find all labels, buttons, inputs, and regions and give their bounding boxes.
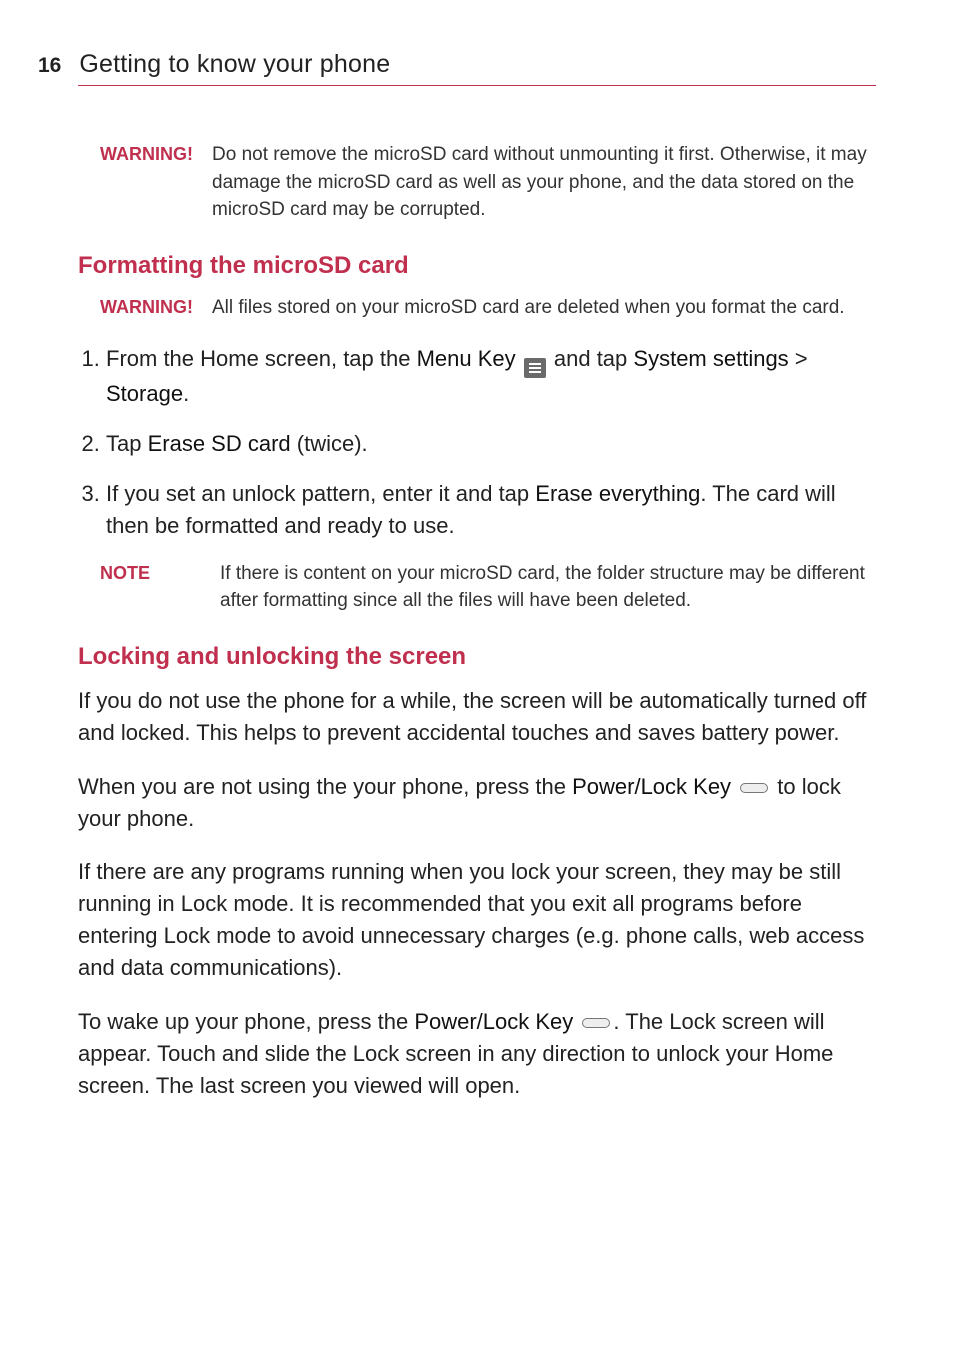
warning-text: All files stored on your microSD card ar…: [212, 294, 876, 322]
body-paragraph: If you do not use the phone for a while,…: [78, 685, 876, 749]
step-text: If you set an unlock pattern, enter it a…: [106, 481, 535, 506]
body-paragraph: If there are any programs running when y…: [78, 856, 876, 984]
manual-page: 16 Getting to know your phone WARNING! D…: [0, 0, 954, 1372]
para-text: When you are not using the your phone, p…: [78, 774, 572, 799]
step-text: (twice).: [291, 431, 368, 456]
ui-label-erase-sd: Erase SD card: [148, 431, 291, 456]
page-number: 16: [38, 54, 61, 78]
step-2: Tap Erase SD card (twice).: [106, 428, 876, 460]
steps-list: From the Home screen, tap the Menu Key a…: [78, 343, 876, 542]
step-3: If you set an unlock pattern, enter it a…: [106, 478, 876, 542]
chapter-title: Getting to know your phone: [79, 50, 390, 79]
para-text: To wake up your phone, press the: [78, 1009, 414, 1034]
ui-label-storage: Storage: [106, 381, 183, 406]
step-text: and tap: [548, 346, 634, 371]
section-heading-locking: Locking and unlocking the screen: [78, 643, 876, 671]
step-text: >: [789, 346, 808, 371]
menu-key-icon: [524, 358, 546, 378]
ui-label-erase-everything: Erase everything: [535, 481, 700, 506]
body-paragraph: When you are not using the your phone, p…: [78, 771, 876, 835]
warning-label: WARNING!: [100, 141, 212, 224]
warning-text: Do not remove the microSD card without u…: [212, 141, 876, 224]
power-lock-key-icon: [582, 1018, 610, 1028]
ui-label-power-lock-key: Power/Lock Key: [572, 774, 731, 799]
note-text: If there is content on your microSD card…: [220, 560, 876, 615]
body-paragraph: To wake up your phone, press the Power/L…: [78, 1006, 876, 1102]
warning-block-format: WARNING! All files stored on your microS…: [100, 294, 876, 322]
note-label: NOTE: [100, 560, 220, 615]
step-text: .: [183, 381, 189, 406]
step-text: Tap: [106, 431, 148, 456]
power-lock-key-icon: [740, 783, 768, 793]
warning-block-unmount: WARNING! Do not remove the microSD card …: [100, 141, 876, 224]
warning-label: WARNING!: [100, 294, 212, 322]
section-heading-formatting: Formatting the microSD card: [78, 252, 876, 280]
note-block-folder-structure: NOTE If there is content on your microSD…: [100, 560, 876, 615]
step-text: From the Home screen, tap the: [106, 346, 417, 371]
running-header: 16 Getting to know your phone: [78, 50, 876, 86]
ui-label-power-lock-key: Power/Lock Key: [414, 1009, 573, 1034]
step-1: From the Home screen, tap the Menu Key a…: [106, 343, 876, 410]
ui-label-menu-key: Menu Key: [417, 346, 516, 371]
ui-label-system-settings: System settings: [633, 346, 788, 371]
